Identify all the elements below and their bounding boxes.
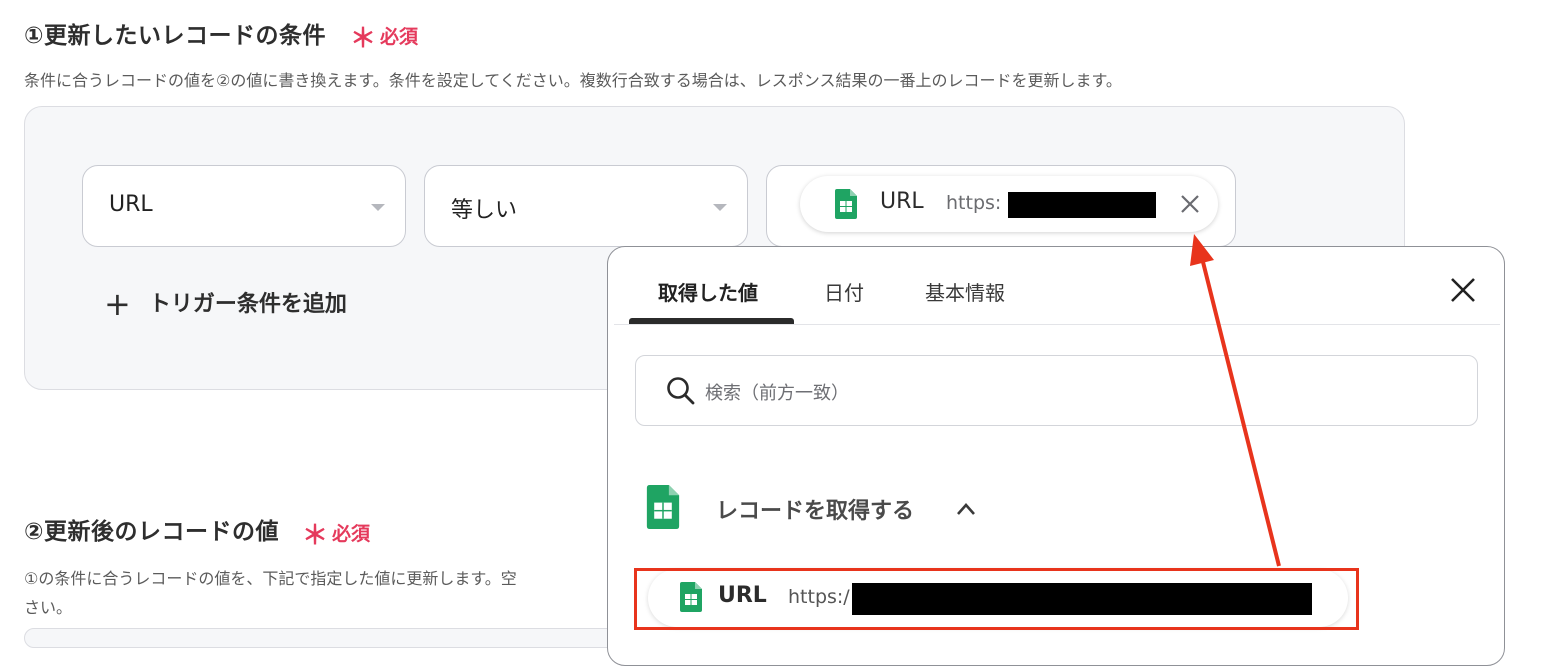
annotation-arrow <box>1190 234 1281 567</box>
